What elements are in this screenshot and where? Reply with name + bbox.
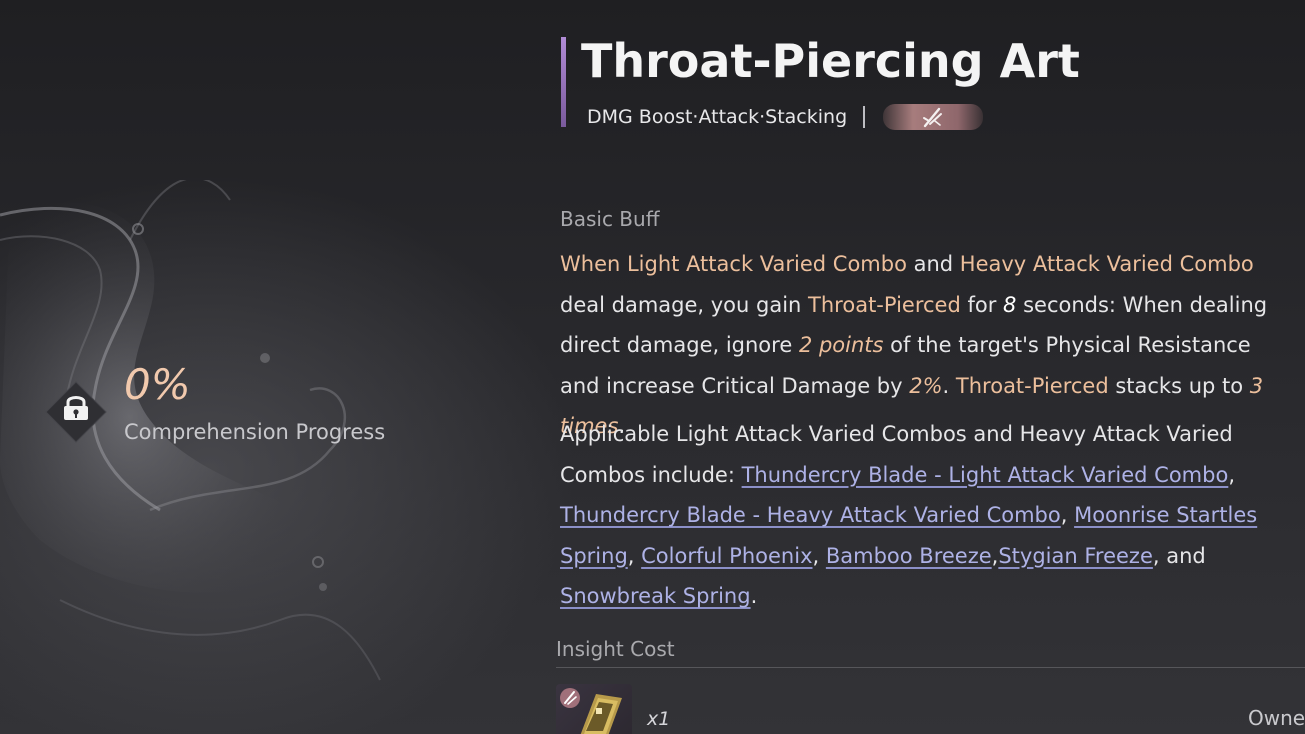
highlighted-term: 8 xyxy=(1003,292,1017,317)
insight-item-slot[interactable] xyxy=(556,684,632,734)
combo-link[interactable]: Stygian Freeze xyxy=(998,544,1153,568)
ink-splash-art xyxy=(0,180,381,681)
title-accent-bar xyxy=(561,37,566,127)
highlighted-term: Throat-Pierced xyxy=(808,292,961,317)
description-text: . xyxy=(750,584,758,608)
insight-cost-quantity: x1 xyxy=(647,708,671,730)
tags-divider xyxy=(863,106,866,128)
highlighted-term: Throat-Pierced xyxy=(955,373,1109,398)
skill-tags: DMG Boost·Attack·Stacking xyxy=(587,106,848,128)
description-text: stacks up to xyxy=(1108,373,1250,398)
insight-cost-divider xyxy=(556,667,1305,668)
description-text: , xyxy=(1060,503,1075,527)
description-text: , xyxy=(627,543,642,568)
skill-title: Throat-Piercing Art xyxy=(581,34,1080,88)
basic-buff-label: Basic Buff xyxy=(560,207,660,231)
applicable-combos-description: Applicable Light Attack Varied Combos an… xyxy=(560,414,1295,617)
description-text: , xyxy=(812,543,826,568)
combo-link[interactable]: Thundercry Blade - Light Attack Varied C… xyxy=(742,463,1229,487)
highlighted-term: 2 points xyxy=(798,333,884,357)
insight-scroll-icon xyxy=(560,688,622,734)
description-text: . xyxy=(942,373,956,398)
comprehension-progress-value: 0% xyxy=(124,360,191,409)
highlighted-term: When Light Attack Varied Combo xyxy=(560,252,907,276)
insight-cost-label: Insight Cost xyxy=(556,637,675,661)
weapon-type-badge xyxy=(883,104,984,130)
combo-link[interactable]: Thundercry Blade - Heavy Attack Varied C… xyxy=(560,503,1061,527)
skill-detail-screen: 0% Comprehension Progress Throat-Piercin… xyxy=(0,0,1305,734)
skill-tags-row: DMG Boost·Attack·Stacking xyxy=(587,102,984,132)
highlighted-term: 2% xyxy=(909,373,943,398)
comprehension-progress-label: Comprehension Progress xyxy=(124,420,386,444)
crossed-swords-icon xyxy=(923,107,943,128)
description-text: , xyxy=(1228,462,1235,487)
description-text: , and xyxy=(1152,543,1206,568)
combo-link[interactable]: Bamboo Breeze xyxy=(826,544,992,568)
lock-emblem-icon xyxy=(45,381,107,443)
description-text: for xyxy=(960,292,1004,317)
description-text: deal damage, you gain xyxy=(560,292,809,317)
description-text: and xyxy=(906,252,960,276)
highlighted-term: Heavy Attack Varied Combo xyxy=(959,252,1254,276)
owned-label: Owne xyxy=(1248,706,1305,730)
combo-link[interactable]: Colorful Phoenix xyxy=(641,544,812,568)
combo-link[interactable]: Snowbreak Spring xyxy=(560,584,751,608)
